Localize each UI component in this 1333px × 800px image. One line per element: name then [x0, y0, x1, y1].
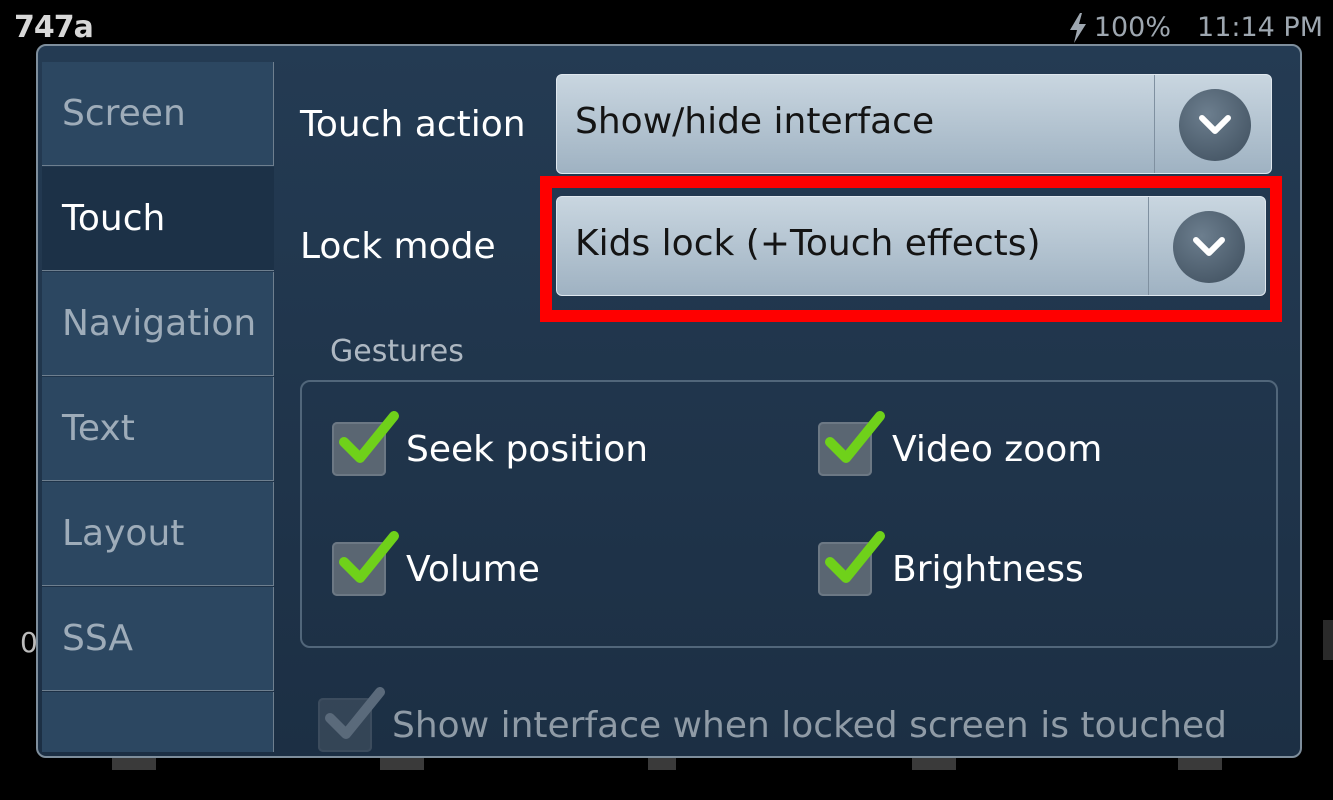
sidebar-item-label: SSA [62, 618, 133, 659]
gesture-seek-position[interactable]: Seek position [332, 411, 649, 476]
checkbox[interactable] [318, 687, 385, 752]
checkbox-label: Brightness [892, 548, 1084, 590]
sidebar-item-label: Navigation [62, 303, 257, 344]
sidebar-item-ssa[interactable]: SSA [42, 587, 274, 691]
checkbox[interactable] [332, 531, 399, 596]
checkbox[interactable] [332, 411, 399, 476]
touch-action-value: Show/hide interface [575, 101, 935, 142]
settings-sidebar: Screen Touch Navigation Text Layout SSA [42, 62, 274, 756]
sidebar-item-label: Layout [62, 513, 185, 554]
checkbox-label: Seek position [406, 428, 649, 470]
lock-mode-highlight-box [540, 176, 1282, 322]
checkbox-label: Volume [406, 548, 540, 590]
lock-mode-label: Lock mode [300, 226, 496, 267]
touch-action-dropdown[interactable]: Show/hide interface [556, 74, 1272, 174]
sidebar-item-navigation[interactable]: Navigation [42, 272, 274, 376]
sidebar-item-label: Text [62, 408, 135, 449]
sidebar-item-label: Touch [62, 198, 166, 239]
settings-dialog: Screen Touch Navigation Text Layout SSA … [36, 44, 1302, 758]
app-title: 747a [14, 10, 94, 45]
battery-level: 100% [1093, 12, 1172, 43]
gestures-group: Seek position Video zoom Volume Brightne… [300, 380, 1278, 648]
chevron-down-icon [1199, 115, 1231, 134]
sidebar-item-screen[interactable]: Screen [42, 62, 274, 166]
gestures-title: Gestures [330, 334, 464, 369]
checkmark-icon [825, 411, 885, 463]
checkbox-label: Show interface when locked screen is tou… [392, 704, 1227, 746]
gesture-brightness[interactable]: Brightness [818, 531, 1084, 596]
checkmark-icon [339, 411, 399, 463]
gesture-video-zoom[interactable]: Video zoom [818, 411, 1103, 476]
checkmark-icon [325, 687, 385, 739]
status-bar: 747a 100% 11:14 PM [0, 0, 1333, 46]
touch-action-dropdown-button[interactable] [1154, 75, 1271, 173]
checkmark-icon [339, 531, 399, 583]
status-right: 100% 11:14 PM [1068, 12, 1323, 43]
sidebar-spacer [42, 692, 274, 752]
clock: 11:14 PM [1197, 12, 1323, 43]
sidebar-item-text[interactable]: Text [42, 377, 274, 481]
gesture-volume[interactable]: Volume [332, 531, 540, 596]
sidebar-item-label: Screen [62, 93, 186, 134]
checkbox[interactable] [818, 411, 885, 476]
charging-bolt-icon [1069, 12, 1086, 43]
sidebar-item-touch[interactable]: Touch [42, 167, 274, 271]
sidebar-item-layout[interactable]: Layout [42, 482, 274, 586]
background-edge [1323, 620, 1333, 660]
checkbox-label: Video zoom [892, 428, 1103, 470]
touch-action-label: Touch action [300, 104, 526, 145]
checkbox[interactable] [818, 531, 885, 596]
show-interface-option[interactable]: Show interface when locked screen is tou… [318, 687, 1227, 752]
checkmark-icon [825, 531, 885, 583]
